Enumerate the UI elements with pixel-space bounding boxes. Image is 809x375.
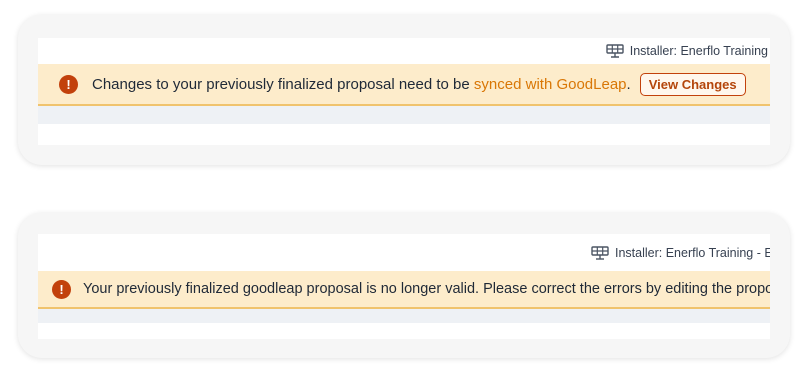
installer-header: Installer: Enerflo Training - EPC	[38, 234, 770, 271]
banner-text: Your previously finalized goodleap propo…	[83, 281, 770, 297]
solar-panel-icon	[606, 44, 624, 58]
exclamation-circle-icon: !	[59, 74, 78, 94]
proposal-invalid-card: Installer: Enerflo Training - EPC ! Your…	[18, 213, 790, 358]
proposal-sync-card: Installer: Enerflo Training ! Changes to…	[18, 15, 790, 165]
exclamation-circle-icon: !	[52, 279, 71, 299]
banner-text: Changes to your previously finalized pro…	[92, 76, 631, 93]
solar-panel-icon	[591, 245, 609, 260]
invalid-proposal-banner: ! Your previously finalized goodleap pro…	[38, 271, 770, 309]
proposal-panel: Installer: Enerflo Training ! Changes to…	[38, 38, 770, 145]
installer-header: Installer: Enerflo Training	[38, 38, 770, 64]
section-divider	[38, 106, 770, 124]
installer-label: Installer: Enerflo Training - EPC	[615, 245, 770, 260]
section-divider	[38, 309, 770, 323]
view-changes-button[interactable]: View Changes	[639, 72, 746, 96]
banner-text-before: Changes to your previously finalized pro…	[92, 75, 474, 93]
goodleap-sync-link[interactable]: synced with GoodLeap	[474, 76, 627, 93]
banner-text-after: .	[626, 75, 631, 93]
installer-label: Installer: Enerflo Training	[629, 44, 768, 58]
sync-warning-banner: ! Changes to your previously finalized p…	[38, 64, 770, 106]
proposal-panel: Installer: Enerflo Training - EPC ! Your…	[38, 234, 770, 339]
